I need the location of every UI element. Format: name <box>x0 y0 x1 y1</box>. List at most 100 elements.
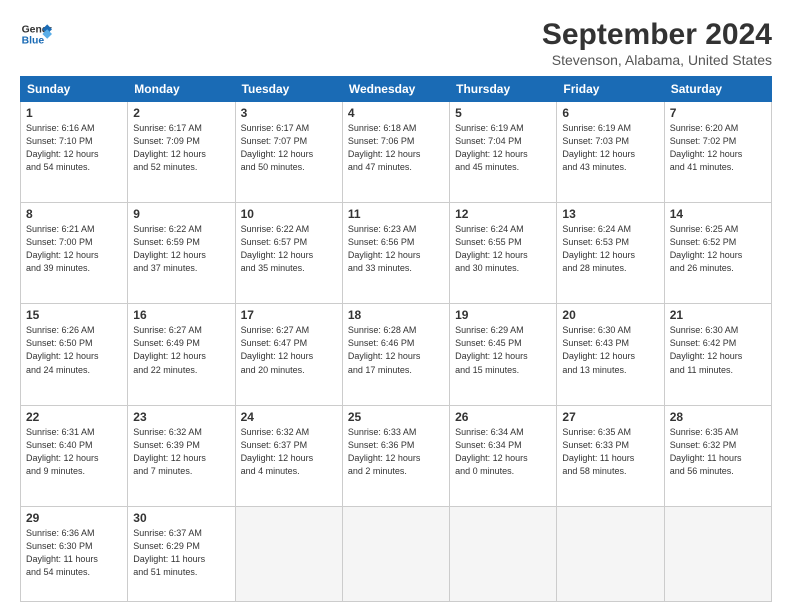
day-number: 30 <box>133 511 229 525</box>
day-number: 28 <box>670 410 766 424</box>
day-number: 25 <box>348 410 444 424</box>
day-number: 9 <box>133 207 229 221</box>
day-number: 3 <box>241 106 337 120</box>
calendar-cell <box>557 506 664 601</box>
day-number: 20 <box>562 308 658 322</box>
day-info: Sunrise: 6:17 AM Sunset: 7:09 PM Dayligh… <box>133 122 229 174</box>
day-info: Sunrise: 6:31 AM Sunset: 6:40 PM Dayligh… <box>26 426 122 478</box>
calendar-table: SundayMondayTuesdayWednesdayThursdayFrid… <box>20 76 772 602</box>
logo: General Blue <box>20 18 52 50</box>
calendar-cell: 26 Sunrise: 6:34 AM Sunset: 6:34 PM Dayli… <box>450 405 557 506</box>
calendar-cell: 14 Sunrise: 6:25 AM Sunset: 6:52 PM Dayli… <box>664 203 771 304</box>
day-info: Sunrise: 6:36 AM Sunset: 6:30 PM Dayligh… <box>26 527 122 579</box>
calendar-cell: 21 Sunrise: 6:30 AM Sunset: 6:42 PM Dayli… <box>664 304 771 405</box>
day-info: Sunrise: 6:28 AM Sunset: 6:46 PM Dayligh… <box>348 324 444 376</box>
header: General Blue September 2024 Stevenson, A… <box>20 18 772 68</box>
day-info: Sunrise: 6:30 AM Sunset: 6:42 PM Dayligh… <box>670 324 766 376</box>
day-number: 14 <box>670 207 766 221</box>
day-number: 6 <box>562 106 658 120</box>
calendar-day-header: Wednesday <box>342 77 449 102</box>
day-number: 17 <box>241 308 337 322</box>
day-number: 13 <box>562 207 658 221</box>
calendar-cell: 8 Sunrise: 6:21 AM Sunset: 7:00 PM Daylig… <box>21 203 128 304</box>
day-info: Sunrise: 6:32 AM Sunset: 6:39 PM Dayligh… <box>133 426 229 478</box>
day-info: Sunrise: 6:25 AM Sunset: 6:52 PM Dayligh… <box>670 223 766 275</box>
calendar-cell: 17 Sunrise: 6:27 AM Sunset: 6:47 PM Dayli… <box>235 304 342 405</box>
calendar-cell: 15Sunrise: 6:26 AM Sunset: 6:50 PM Dayli… <box>21 304 128 405</box>
calendar-cell: 13Sunrise: 6:24 AM Sunset: 6:53 PM Dayli… <box>557 203 664 304</box>
calendar-day-header: Thursday <box>450 77 557 102</box>
calendar-cell: 3Sunrise: 6:17 AM Sunset: 7:07 PM Daylig… <box>235 102 342 203</box>
day-info: Sunrise: 6:24 AM Sunset: 6:55 PM Dayligh… <box>455 223 551 275</box>
day-info: Sunrise: 6:33 AM Sunset: 6:36 PM Dayligh… <box>348 426 444 478</box>
day-number: 12 <box>455 207 551 221</box>
calendar-cell: 18 Sunrise: 6:28 AM Sunset: 6:46 PM Dayli… <box>342 304 449 405</box>
day-info: Sunrise: 6:32 AM Sunset: 6:37 PM Dayligh… <box>241 426 337 478</box>
calendar-cell: 16 Sunrise: 6:27 AM Sunset: 6:49 PM Dayli… <box>128 304 235 405</box>
calendar-cell: 5Sunrise: 6:19 AM Sunset: 7:04 PM Daylig… <box>450 102 557 203</box>
day-number: 18 <box>348 308 444 322</box>
day-info: Sunrise: 6:18 AM Sunset: 7:06 PM Dayligh… <box>348 122 444 174</box>
day-info: Sunrise: 6:35 AM Sunset: 6:32 PM Dayligh… <box>670 426 766 478</box>
day-number: 2 <box>133 106 229 120</box>
day-info: Sunrise: 6:26 AM Sunset: 6:50 PM Dayligh… <box>26 324 122 376</box>
calendar-cell: 6 Sunrise: 6:19 AM Sunset: 7:03 PM Daylig… <box>557 102 664 203</box>
calendar-cell: 2 Sunrise: 6:17 AM Sunset: 7:09 PM Daylig… <box>128 102 235 203</box>
svg-text:Blue: Blue <box>22 36 45 47</box>
calendar-cell: 9 Sunrise: 6:22 AM Sunset: 6:59 PM Daylig… <box>128 203 235 304</box>
calendar-day-header: Tuesday <box>235 77 342 102</box>
day-number: 11 <box>348 207 444 221</box>
day-info: Sunrise: 6:20 AM Sunset: 7:02 PM Dayligh… <box>670 122 766 174</box>
day-number: 22 <box>26 410 122 424</box>
day-info: Sunrise: 6:22 AM Sunset: 6:59 PM Dayligh… <box>133 223 229 275</box>
calendar-cell: 10 Sunrise: 6:22 AM Sunset: 6:57 PM Dayli… <box>235 203 342 304</box>
day-number: 8 <box>26 207 122 221</box>
day-number: 27 <box>562 410 658 424</box>
calendar-cell: 4 Sunrise: 6:18 AM Sunset: 7:06 PM Daylig… <box>342 102 449 203</box>
calendar-cell: 30Sunrise: 6:37 AM Sunset: 6:29 PM Dayli… <box>128 506 235 601</box>
day-number: 21 <box>670 308 766 322</box>
day-info: Sunrise: 6:21 AM Sunset: 7:00 PM Dayligh… <box>26 223 122 275</box>
subtitle: Stevenson, Alabama, United States <box>542 52 772 68</box>
day-number: 10 <box>241 207 337 221</box>
main-title: September 2024 <box>542 18 772 52</box>
day-info: Sunrise: 6:30 AM Sunset: 6:43 PM Dayligh… <box>562 324 658 376</box>
day-info: Sunrise: 6:16 AM Sunset: 7:10 PM Dayligh… <box>26 122 122 174</box>
logo-icon: General Blue <box>20 18 52 50</box>
day-number: 19 <box>455 308 551 322</box>
calendar-cell: 29 Sunrise: 6:36 AM Sunset: 6:30 PM Dayli… <box>21 506 128 601</box>
calendar-cell <box>664 506 771 601</box>
day-number: 29 <box>26 511 122 525</box>
calendar-day-header: Monday <box>128 77 235 102</box>
day-info: Sunrise: 6:27 AM Sunset: 6:47 PM Dayligh… <box>241 324 337 376</box>
calendar-cell: 28 Sunrise: 6:35 AM Sunset: 6:32 PM Dayli… <box>664 405 771 506</box>
day-number: 4 <box>348 106 444 120</box>
calendar-cell: 27 Sunrise: 6:35 AM Sunset: 6:33 PM Dayli… <box>557 405 664 506</box>
day-number: 1 <box>26 106 122 120</box>
day-info: Sunrise: 6:35 AM Sunset: 6:33 PM Dayligh… <box>562 426 658 478</box>
calendar-cell <box>235 506 342 601</box>
title-block: September 2024 Stevenson, Alabama, Unite… <box>542 18 772 68</box>
calendar-cell: 22 Sunrise: 6:31 AM Sunset: 6:40 PM Dayli… <box>21 405 128 506</box>
day-info: Sunrise: 6:22 AM Sunset: 6:57 PM Dayligh… <box>241 223 337 275</box>
calendar-cell: 24 Sunrise: 6:32 AM Sunset: 6:37 PM Dayli… <box>235 405 342 506</box>
day-info: Sunrise: 6:34 AM Sunset: 6:34 PM Dayligh… <box>455 426 551 478</box>
calendar-day-header: Friday <box>557 77 664 102</box>
day-info: Sunrise: 6:29 AM Sunset: 6:45 PM Dayligh… <box>455 324 551 376</box>
calendar-cell: 23Sunrise: 6:32 AM Sunset: 6:39 PM Dayli… <box>128 405 235 506</box>
calendar-header-row: SundayMondayTuesdayWednesdayThursdayFrid… <box>21 77 772 102</box>
day-number: 24 <box>241 410 337 424</box>
day-info: Sunrise: 6:19 AM Sunset: 7:03 PM Dayligh… <box>562 122 658 174</box>
day-number: 5 <box>455 106 551 120</box>
calendar-cell: 11 Sunrise: 6:23 AM Sunset: 6:56 PM Dayli… <box>342 203 449 304</box>
page: General Blue September 2024 Stevenson, A… <box>0 0 792 612</box>
day-number: 16 <box>133 308 229 322</box>
calendar-cell: 20 Sunrise: 6:30 AM Sunset: 6:43 PM Dayli… <box>557 304 664 405</box>
calendar-cell: 19 Sunrise: 6:29 AM Sunset: 6:45 PM Dayli… <box>450 304 557 405</box>
day-number: 26 <box>455 410 551 424</box>
calendar-cell <box>450 506 557 601</box>
day-info: Sunrise: 6:23 AM Sunset: 6:56 PM Dayligh… <box>348 223 444 275</box>
day-info: Sunrise: 6:27 AM Sunset: 6:49 PM Dayligh… <box>133 324 229 376</box>
calendar-cell <box>342 506 449 601</box>
calendar-day-header: Sunday <box>21 77 128 102</box>
